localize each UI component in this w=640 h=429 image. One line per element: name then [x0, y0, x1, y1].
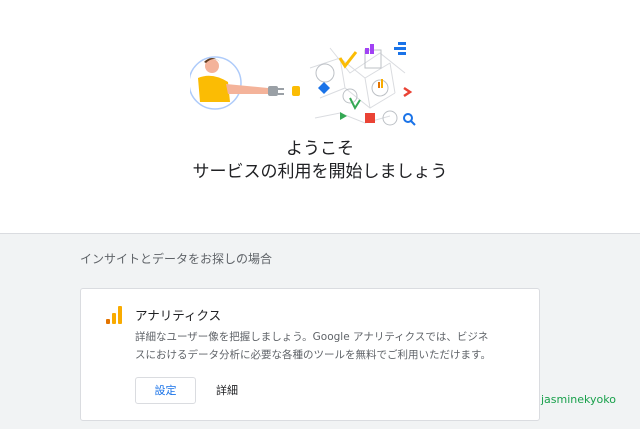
section-title: インサイトとデータをお探しの場合 — [80, 252, 273, 266]
analytics-bar-icon — [106, 306, 122, 324]
setup-button[interactable]: 設定 — [135, 377, 196, 404]
card-description-line-2: スにおけるデータ分析に必要な各種のツールを無料でご利用いただけます。 — [135, 349, 491, 361]
welcome-heading: ようこそ — [286, 139, 354, 159]
watermark-text: jasminekyoko — [541, 393, 616, 406]
analytics-card: アナリティクス 詳細なユーザー像を把握しましょう。Google アナリティクスで… — [80, 288, 540, 421]
welcome-hero: ようこそ サービスの利用を開始しましょう — [0, 0, 640, 233]
card-description: 詳細なユーザー像を把握しましょう。Google アナリティクスでは、ビジネ スに… — [135, 328, 511, 364]
welcome-subheading: サービスの利用を開始しましょう — [192, 162, 448, 182]
card-title: アナリティクス — [135, 308, 222, 323]
details-link[interactable]: 詳細 — [207, 377, 247, 404]
card-description-line-1: 詳細なユーザー像を把握しましょう。Google アナリティクスでは、ビジネ — [135, 331, 489, 343]
welcome-illustration — [190, 42, 416, 126]
